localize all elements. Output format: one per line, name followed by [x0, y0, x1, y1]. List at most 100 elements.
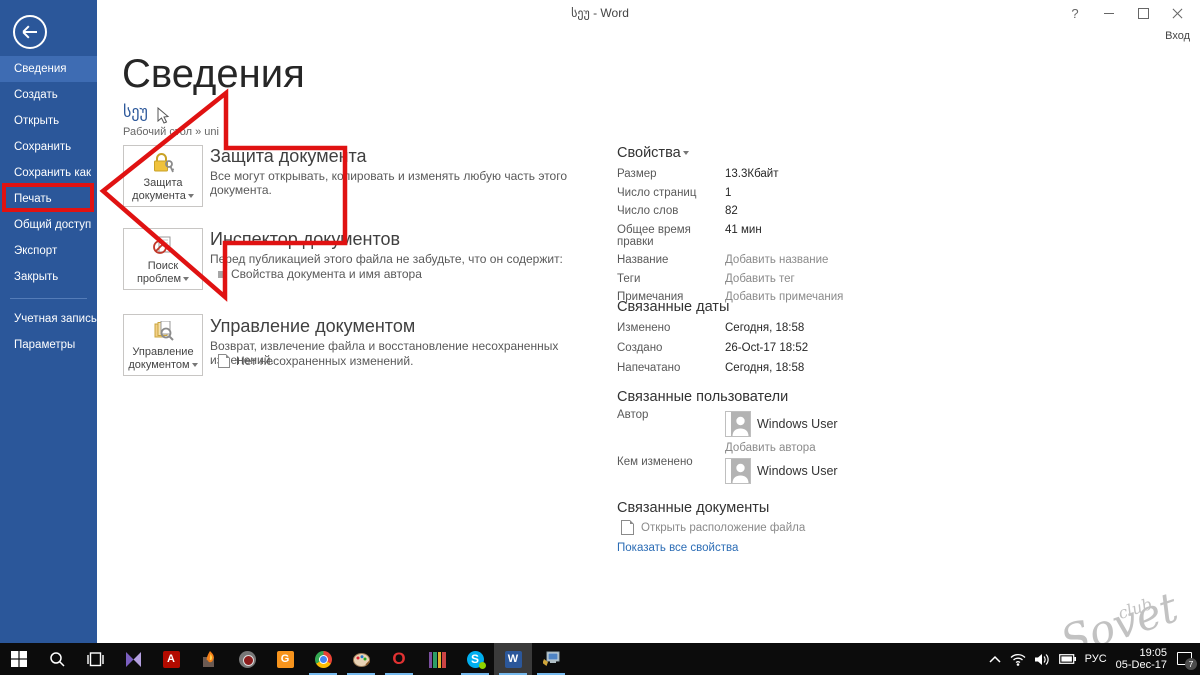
author-person[interactable]: Windows User: [725, 411, 838, 437]
sidebar-divider: [10, 298, 87, 299]
related-dates-heading: Связанные даты: [617, 299, 730, 315]
taskbar-app-opera[interactable]: O: [380, 643, 418, 675]
property-row: Название Добавить название: [617, 254, 937, 266]
document-name: სეუ: [123, 104, 148, 121]
add-comments-field[interactable]: Добавить примечания: [725, 291, 937, 303]
battery-icon: [1058, 654, 1076, 664]
adobe-reader-icon: A: [162, 650, 180, 668]
sidebar-item-print[interactable]: Печать: [0, 186, 97, 212]
show-hidden-icons-button[interactable]: [989, 655, 1001, 663]
taskbar-app-installer[interactable]: [532, 643, 570, 675]
add-title-field[interactable]: Добавить название: [725, 254, 937, 266]
properties-table: Размер 13.3Кбайт Число страниц 1 Число сло…: [617, 168, 937, 310]
clock[interactable]: 19:05 05-Dec-17: [1116, 647, 1167, 671]
windows-logo-icon: [11, 651, 27, 667]
page-title: Сведения: [122, 52, 305, 96]
inspect-document-icon: [153, 236, 171, 254]
inspector-finding: Свойства документа и имя автора: [218, 267, 422, 281]
button-label: Защита: [143, 177, 183, 189]
taskbar-app-paint[interactable]: [342, 643, 380, 675]
system-tray: РУС 19:05 05-Dec-17 7: [989, 643, 1200, 675]
computer-installer-icon: [542, 651, 559, 666]
help-icon: ?: [1071, 5, 1079, 21]
dropdown-arrow-icon: [183, 277, 190, 282]
document-icon: [218, 354, 230, 368]
sidebar-item-info[interactable]: Сведения: [0, 56, 97, 82]
protect-heading: Защита документа: [210, 146, 367, 166]
notification-badge: 7: [1185, 658, 1197, 670]
add-tag-field[interactable]: Добавить тег: [725, 273, 937, 285]
wifi-icon: [1010, 653, 1026, 666]
help-button[interactable]: ?: [1058, 0, 1092, 26]
properties-heading[interactable]: Свойства: [617, 145, 689, 161]
sidebar-item-account[interactable]: Учетная запись: [0, 306, 97, 332]
property-row: Размер 13.3Кбайт: [617, 168, 779, 180]
sidebar-item-save-as[interactable]: Сохранить как: [0, 160, 97, 186]
minimize-icon: [1104, 12, 1114, 14]
taskbar: A G O S W РУС 19:05 05-Dec-17 7: [0, 643, 1200, 675]
close-button[interactable]: [1160, 0, 1194, 26]
sidebar-item-close[interactable]: Закрыть: [0, 264, 97, 290]
network-button[interactable]: [1010, 653, 1026, 666]
winrar-icon: [428, 651, 446, 668]
taskbar-app-kmplayer[interactable]: [114, 643, 152, 675]
language-indicator[interactable]: РУС: [1085, 653, 1107, 665]
dropdown-arrow-icon: [191, 363, 198, 368]
task-view-button[interactable]: [76, 643, 114, 675]
sign-in-link[interactable]: Вход: [1165, 30, 1190, 42]
open-file-location[interactable]: Открыть расположение файла: [621, 520, 805, 535]
word-backstage-window: სეუ - Word ? Вход Сведения Создать Откры…: [0, 0, 1200, 675]
battery-button[interactable]: [1058, 654, 1076, 664]
document-icon: [621, 520, 634, 535]
show-all-properties-link[interactable]: Показать все свойства: [617, 542, 738, 554]
taskbar-app-chrome[interactable]: [304, 643, 342, 675]
taskbar-app-burner[interactable]: [190, 643, 228, 675]
restore-icon: [1137, 7, 1149, 19]
title-bar: სეუ - Word ? Вход: [0, 0, 1200, 42]
property-row: Число слов 82: [617, 205, 738, 217]
protect-document-button[interactable]: Защита документа: [123, 145, 203, 207]
date-row: Напечатано Сегодня, 18:58: [617, 362, 805, 374]
minimize-button[interactable]: [1092, 0, 1126, 26]
backstage-sidebar: Сведения Создать Открыть Сохранить Сохра…: [0, 0, 97, 643]
action-center-button[interactable]: 7: [1176, 651, 1197, 670]
properties-heading-text: Свойства: [617, 145, 681, 161]
sidebar-item-share[interactable]: Общий доступ: [0, 212, 97, 238]
sidebar-item-export[interactable]: Экспорт: [0, 238, 97, 264]
start-button[interactable]: [0, 643, 38, 675]
word-icon: W: [504, 650, 522, 668]
date: 05-Dec-17: [1115, 659, 1167, 671]
taskbar-app-skype[interactable]: S: [456, 643, 494, 675]
opera-icon: O: [392, 649, 406, 668]
skype-status-icon: [479, 662, 486, 669]
check-for-issues-button[interactable]: Поиск проблем: [123, 228, 203, 290]
inspector-description: Перед публикацией этого файла не забудьт…: [210, 252, 563, 266]
sidebar-item-open[interactable]: Открыть: [0, 108, 97, 134]
taskbar-app-winrar[interactable]: [418, 643, 456, 675]
taskbar-app-adobe-reader[interactable]: A: [152, 643, 190, 675]
taskbar-app-gom-pdf[interactable]: G: [266, 643, 304, 675]
property-row: Общее время правки 41 мин: [617, 223, 762, 248]
dropdown-arrow-icon: [682, 151, 689, 156]
search-button[interactable]: [38, 643, 76, 675]
flame-disc-icon: [202, 650, 214, 667]
taskbar-app-word[interactable]: W: [494, 643, 532, 675]
sidebar-item-new[interactable]: Создать: [0, 82, 97, 108]
sidebar-item-options[interactable]: Параметры: [0, 332, 97, 358]
manage-status-text: Нет несохраненных изменений.: [236, 354, 414, 368]
modified-by-person[interactable]: Windows User: [725, 458, 838, 484]
volume-button[interactable]: [1034, 653, 1050, 666]
back-button[interactable]: [13, 15, 47, 49]
search-icon: [50, 652, 65, 667]
related-people-heading: Связанные пользователи: [617, 389, 789, 405]
back-arrow-icon: [23, 31, 37, 33]
manage-document-button[interactable]: Управление документом: [123, 314, 203, 376]
restore-button[interactable]: [1126, 0, 1160, 26]
window-title: სეუ - Word: [571, 6, 629, 20]
taskbar-app-aimp[interactable]: [228, 643, 266, 675]
sidebar-item-save[interactable]: Сохранить: [0, 134, 97, 160]
aimp-icon: [238, 650, 256, 668]
kmplayer-icon: [125, 651, 141, 667]
add-author-field[interactable]: Добавить автора: [725, 442, 816, 454]
property-row: Число страниц 1: [617, 186, 732, 199]
